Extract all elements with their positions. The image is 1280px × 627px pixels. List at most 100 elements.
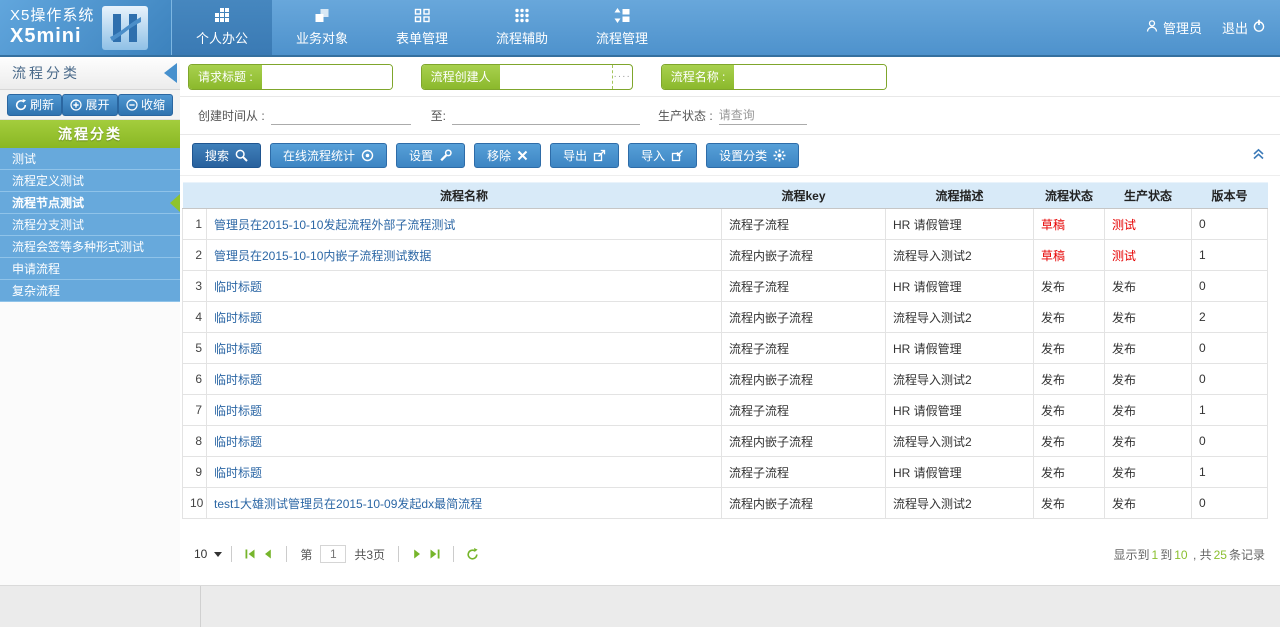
nav-tab-label: 流程辅助 — [496, 28, 548, 47]
current-user[interactable]: 管理员 — [1145, 18, 1202, 37]
next-page-button[interactable] — [411, 548, 423, 560]
dots-icon — [514, 8, 530, 23]
tree-item[interactable]: 流程分支测试 — [0, 214, 180, 236]
nav-tab-business-object[interactable]: 业务对象 — [272, 0, 372, 55]
tree-item[interactable]: 申请流程 — [0, 258, 180, 280]
settings-button[interactable]: 设置 — [396, 143, 465, 168]
filter-input[interactable] — [734, 65, 886, 89]
prod-status: 发布 — [1105, 457, 1192, 488]
page-number-input[interactable] — [320, 545, 346, 563]
tree-item-label: 流程节点测试 — [12, 194, 84, 211]
process-status: 草稿 — [1034, 240, 1105, 271]
collapse-button[interactable]: 收缩 — [118, 94, 173, 116]
date-to-input[interactable] — [452, 107, 640, 125]
expand-button[interactable]: 展开 — [62, 94, 117, 116]
online-process-stats-button[interactable]: 在线流程统计 — [270, 143, 387, 168]
process-name-link[interactable]: 临时标题 — [214, 342, 262, 356]
nav-tab-process-assist[interactable]: 流程辅助 — [472, 0, 572, 55]
footer-band — [0, 585, 1280, 627]
date-from-input[interactable] — [271, 107, 411, 125]
divider — [231, 546, 232, 562]
process-status: 发布 — [1034, 488, 1105, 519]
process-name-link[interactable]: 管理员在2015-10-10发起流程外部子流程测试 — [214, 218, 455, 232]
collapse-sidebar-arrow-icon[interactable] — [164, 63, 177, 83]
filter-input[interactable] — [500, 65, 612, 89]
nav-tab-personal-office[interactable]: 个人办公 — [172, 0, 272, 55]
process-name-link[interactable]: 临时标题 — [214, 373, 262, 387]
date-to-label: 至: — [431, 107, 446, 124]
row-number: 4 — [183, 302, 207, 333]
version: 1 — [1192, 395, 1268, 426]
prod-status: 发布 — [1105, 426, 1192, 457]
set-category-button[interactable]: 设置分类 — [706, 143, 799, 168]
grid-icon — [214, 8, 231, 23]
table-row: 4 临时标题 流程内嵌子流程 流程导入测试2 发布 发布 2 — [183, 302, 1268, 333]
divider — [398, 546, 399, 562]
nav-tab-process-management[interactable]: 流程管理 — [572, 0, 672, 55]
column-header: 生产状态 — [1105, 183, 1192, 209]
reload-button[interactable] — [466, 548, 479, 561]
export-button[interactable]: 导出 — [550, 143, 619, 168]
prod-status: 发布 — [1105, 364, 1192, 395]
tree-item-label: 测试 — [12, 150, 36, 167]
process-key: 流程内嵌子流程 — [722, 302, 886, 333]
process-name-link[interactable]: 临时标题 — [214, 311, 262, 325]
version: 0 — [1192, 333, 1268, 364]
page-size-select[interactable]: 10 — [194, 547, 222, 561]
import-button[interactable]: 导入 — [628, 143, 697, 168]
category-tree: 测试 流程定义测试 流程节点测试 流程分支测试 流程会签等多种形式测试 申请流程… — [0, 148, 180, 302]
table-row: 7 临时标题 流程子流程 HR 请假管理 发布 发布 1 — [183, 395, 1268, 426]
picker-button[interactable]: ···· — [612, 65, 632, 89]
process-status: 发布 — [1034, 457, 1105, 488]
collapse-panel-icon[interactable] — [1251, 147, 1266, 166]
selected-arrow-icon — [170, 194, 180, 212]
row-number: 2 — [183, 240, 207, 271]
filter-label: 请求标题 : — [189, 65, 262, 89]
refresh-button[interactable]: 刷新 — [7, 94, 62, 116]
process-key: 流程内嵌子流程 — [722, 240, 886, 271]
process-desc: HR 请假管理 — [886, 271, 1034, 302]
toolbar: 搜索 在线流程统计 设置 移除 导出 导入 设置分类 — [180, 135, 1280, 176]
last-page-button[interactable] — [429, 548, 441, 560]
search-button[interactable]: 搜索 — [192, 143, 261, 168]
process-desc: HR 请假管理 — [886, 395, 1034, 426]
process-name-link[interactable]: 临时标题 — [214, 466, 262, 480]
main-content: 请求标题 : 流程创建人 ···· 流程名称 : 创建时间从 : 至: 生产状态… — [180, 57, 1280, 585]
prod-status-input[interactable] — [719, 107, 807, 125]
tree-item[interactable]: 流程会签等多种形式测试 — [0, 236, 180, 258]
process-desc: HR 请假管理 — [886, 457, 1034, 488]
nav-tabs: 个人办公 业务对象 表单管理 流程辅助 流程管理 — [172, 0, 672, 55]
table-row: 3 临时标题 流程子流程 HR 请假管理 发布 发布 0 — [183, 271, 1268, 302]
prev-page-button[interactable] — [262, 548, 274, 560]
prod-status: 发布 — [1105, 271, 1192, 302]
filter-field: 请求标题 : — [188, 64, 393, 90]
page-prefix-label: 第 — [300, 546, 312, 563]
table-row: 1 管理员在2015-10-10发起流程外部子流程测试 流程子流程 HR 请假管… — [183, 209, 1268, 240]
process-name-link[interactable]: 临时标题 — [214, 404, 262, 418]
row-number: 9 — [183, 457, 207, 488]
nav-tab-form-management[interactable]: 表单管理 — [372, 0, 472, 55]
prod-status: 测试 — [1105, 240, 1192, 271]
process-status: 发布 — [1034, 302, 1105, 333]
tree-item[interactable]: 复杂流程 — [0, 280, 180, 302]
row-number: 8 — [183, 426, 207, 457]
process-desc: 流程导入测试2 — [886, 240, 1034, 271]
process-name-link[interactable]: 临时标题 — [214, 280, 262, 294]
first-page-button[interactable] — [244, 548, 256, 560]
process-key: 流程子流程 — [722, 209, 886, 240]
filter-field: 流程创建人 ···· — [421, 64, 633, 90]
tree-item[interactable]: 流程节点测试 — [0, 192, 180, 214]
tree-item-label: 流程会签等多种形式测试 — [12, 238, 144, 255]
logout-button[interactable]: 退出 — [1222, 18, 1266, 37]
tree-item[interactable]: 测试 — [0, 148, 180, 170]
tree-item[interactable]: 流程定义测试 — [0, 170, 180, 192]
remove-button[interactable]: 移除 — [474, 143, 541, 168]
process-name-link[interactable]: 临时标题 — [214, 435, 262, 449]
filter-input[interactable] — [262, 65, 392, 89]
table-row: 8 临时标题 流程内嵌子流程 流程导入测试2 发布 发布 0 — [183, 426, 1268, 457]
process-key: 流程内嵌子流程 — [722, 364, 886, 395]
row-number: 7 — [183, 395, 207, 426]
process-name-link[interactable]: 管理员在2015-10-10内嵌子流程测试数据 — [214, 249, 431, 263]
process-name-link[interactable]: test1大雄测试管理员在2015-10-09发起dx最简流程 — [214, 497, 482, 511]
form-icon — [414, 8, 431, 23]
